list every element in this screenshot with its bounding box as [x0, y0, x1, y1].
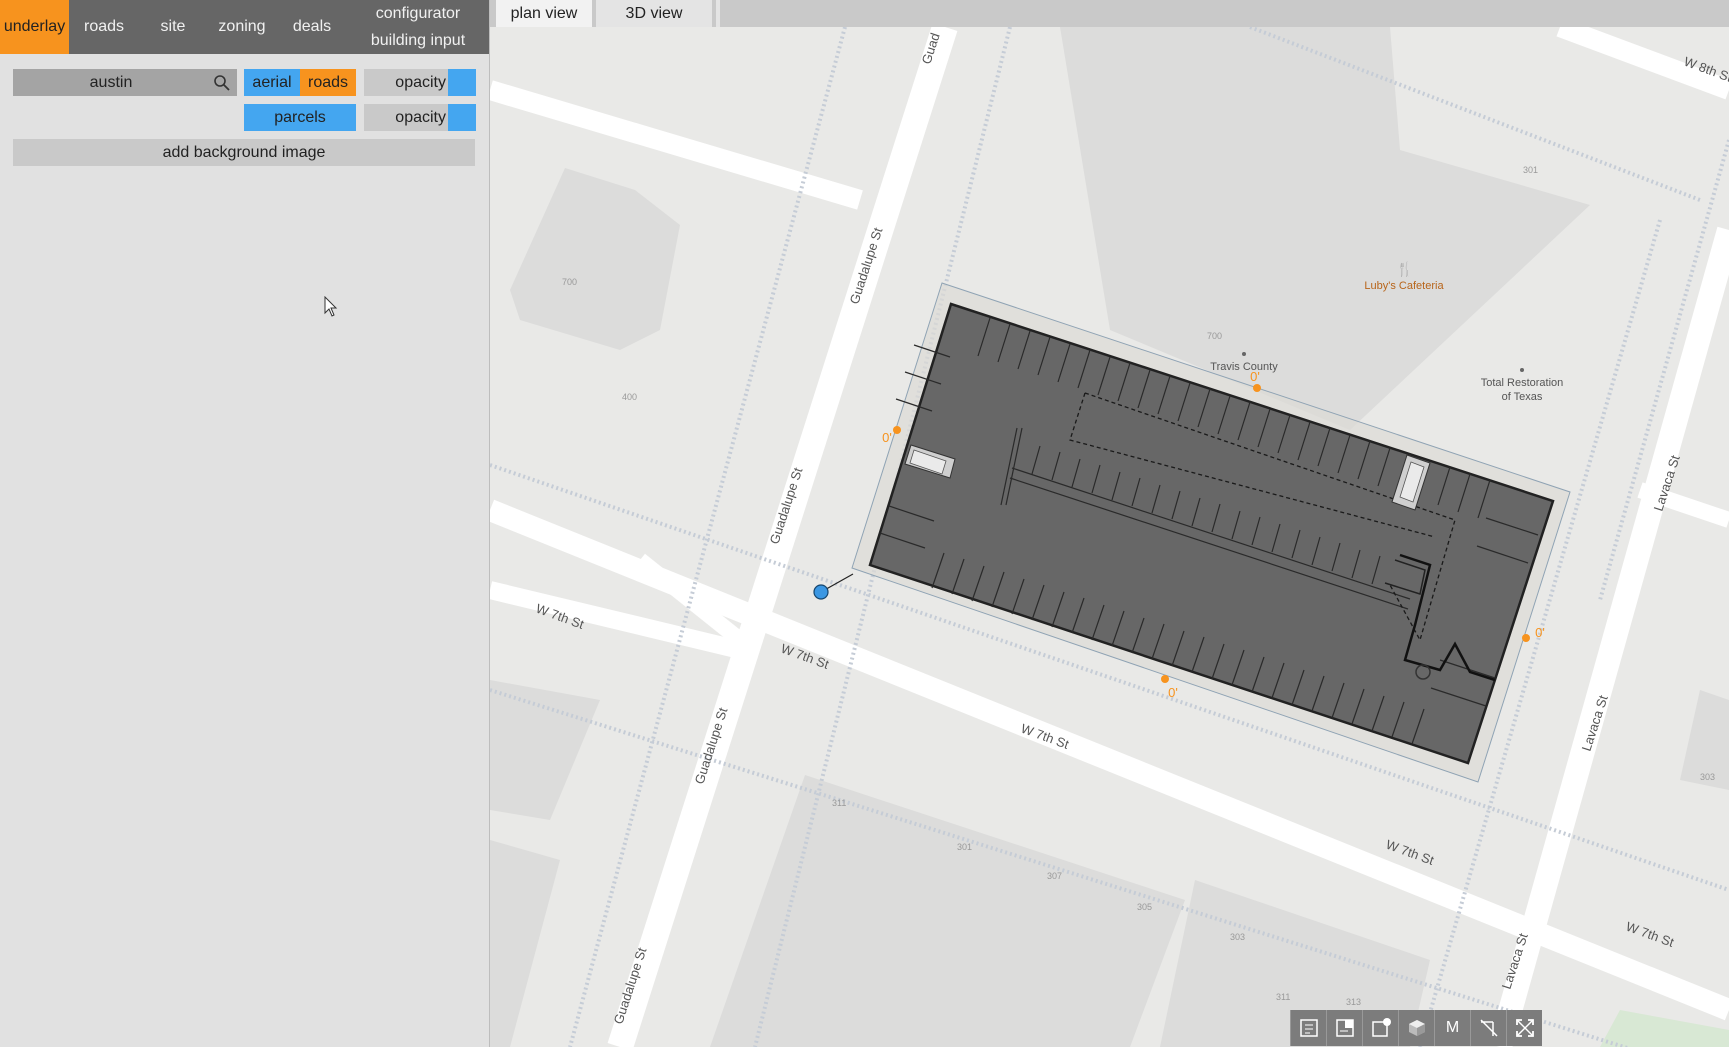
cube-3d-icon[interactable]: [1398, 1010, 1434, 1046]
fullscreen-icon[interactable]: [1506, 1010, 1542, 1046]
aerial-toggle[interactable]: aerial: [244, 69, 300, 96]
view-toolbar: M: [1290, 1010, 1542, 1046]
location-search: [13, 69, 237, 96]
tab-separator: [716, 0, 720, 27]
address-number: 301: [1523, 165, 1538, 175]
setback-handle-bottom: [1161, 675, 1169, 683]
measure-m-button[interactable]: M: [1434, 1010, 1470, 1046]
floor-plan-icon[interactable]: [1290, 1010, 1326, 1046]
plan-marker-icon[interactable]: [1362, 1010, 1398, 1046]
opacity-slider[interactable]: [448, 104, 476, 131]
poi-label: Travis County: [1210, 361, 1278, 373]
address-number: 303: [1700, 772, 1715, 782]
opacity-slider[interactable]: [448, 69, 476, 96]
nav-configurator[interactable]: configurator: [376, 0, 461, 27]
setback-label: 0': [1168, 685, 1178, 700]
address-number: 313: [1346, 997, 1361, 1007]
diagonal-tool-icon[interactable]: [1470, 1010, 1506, 1046]
setback-label: 0': [1535, 625, 1545, 640]
nav-configurator-group: configurator building input: [347, 0, 489, 54]
tab-plan-view[interactable]: plan view: [496, 0, 592, 27]
setback-label: 0': [882, 430, 892, 445]
address-number: 303: [1230, 932, 1245, 942]
address-number: 311: [1276, 992, 1290, 1002]
view-tabbar: plan view 3D view: [490, 0, 1729, 27]
anchor-point-icon: [813, 584, 829, 600]
address-number: 307: [1047, 871, 1062, 881]
nav-building-input[interactable]: building input: [371, 27, 465, 54]
map-svg: Guad Guadalupe St Guadalupe St Guadalupe…: [490, 27, 1729, 1047]
setback-label: 0': [1250, 369, 1260, 384]
poi-dot-icon: [1242, 352, 1246, 356]
parcels-toggle[interactable]: parcels: [244, 104, 356, 131]
setback-handle-left: [893, 426, 901, 434]
poi-dot-icon: [1520, 368, 1524, 372]
nav-site[interactable]: site: [139, 0, 207, 54]
address-number: 700: [562, 277, 577, 287]
add-background-image-button[interactable]: add background image: [13, 139, 475, 166]
nav-zoning[interactable]: zoning: [207, 0, 277, 54]
opacity-control-2[interactable]: opacity: [364, 104, 476, 131]
address-number: 700: [1207, 331, 1222, 341]
fork-knife-icon: 🍴: [1396, 261, 1413, 278]
poi-label: of Texas: [1502, 391, 1543, 403]
address-number: 305: [1137, 902, 1152, 912]
search-icon[interactable]: [209, 69, 235, 96]
tab-3d-view[interactable]: 3D view: [596, 0, 712, 27]
nav-roads[interactable]: roads: [69, 0, 139, 54]
top-nav: underlay roads site zoning deals configu…: [0, 0, 489, 54]
poi-label: Total Restoration: [1481, 377, 1564, 389]
address-number: 400: [622, 392, 637, 402]
address-number: 301: [957, 842, 972, 852]
map-canvas[interactable]: Guad Guadalupe St Guadalupe St Guadalupe…: [490, 27, 1729, 1047]
opacity-label: opacity: [364, 69, 448, 96]
roads-toggle[interactable]: roads: [300, 69, 356, 96]
setback-handle-right: [1522, 634, 1530, 642]
mouse-cursor-icon: [324, 296, 338, 317]
setback-handle-top: [1253, 384, 1261, 392]
opacity-control-1[interactable]: opacity: [364, 69, 476, 96]
opacity-label: opacity: [364, 104, 448, 131]
nav-deals[interactable]: deals: [277, 0, 347, 54]
poi-label: Luby's Cafeteria: [1364, 280, 1444, 292]
address-number: 311: [832, 798, 846, 808]
left-panel: underlay roads site zoning deals configu…: [0, 0, 490, 1047]
plan-layers-icon[interactable]: [1326, 1010, 1362, 1046]
search-input[interactable]: [13, 73, 209, 92]
nav-underlay[interactable]: underlay: [0, 0, 69, 54]
